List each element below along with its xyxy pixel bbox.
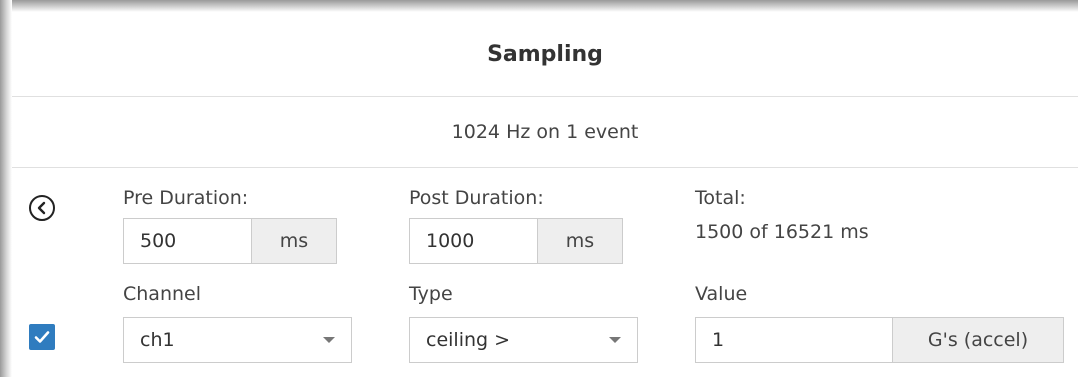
- chevron-left-icon: [37, 201, 46, 215]
- caret-down-icon: [609, 337, 621, 343]
- value-group: G's (accel): [695, 317, 1064, 363]
- checkmark-icon: [34, 331, 50, 343]
- sampling-summary-text: 1024 Hz on 1 event: [451, 121, 639, 143]
- type-selected-value: ceiling >: [426, 329, 511, 351]
- value-input[interactable]: [695, 317, 893, 363]
- sampling-panel: Sampling 1024 Hz on 1 event Pre Duration…: [12, 12, 1078, 377]
- pre-duration-unit: ms: [252, 218, 337, 264]
- trigger-enabled-checkbox[interactable]: [29, 324, 55, 350]
- panel-title: Sampling: [487, 41, 603, 67]
- post-duration-unit: ms: [538, 218, 623, 264]
- value-unit: G's (accel): [893, 317, 1064, 363]
- pre-duration-input[interactable]: [123, 218, 252, 264]
- pre-duration-label: Pre Duration:: [123, 187, 249, 209]
- sampling-summary: 1024 Hz on 1 event: [12, 97, 1078, 168]
- post-duration-input[interactable]: [409, 218, 538, 264]
- channel-selected-value: ch1: [140, 329, 175, 351]
- post-duration-group: ms: [409, 218, 623, 264]
- pre-duration-group: ms: [123, 218, 337, 264]
- post-duration-label: Post Duration:: [409, 187, 544, 209]
- window-shadow-top: [0, 0, 1078, 12]
- window-shadow-left: [0, 0, 12, 377]
- channel-label: Channel: [123, 283, 202, 305]
- value-label: Value: [695, 283, 748, 305]
- back-button[interactable]: [29, 195, 55, 221]
- total-value: 1500 of 16521 ms: [695, 221, 869, 243]
- type-label: Type: [409, 283, 453, 305]
- panel-header: Sampling: [12, 12, 1078, 97]
- caret-down-icon: [323, 337, 335, 343]
- channel-select[interactable]: ch1: [123, 317, 352, 363]
- total-label: Total:: [695, 187, 746, 209]
- type-select[interactable]: ceiling >: [409, 317, 638, 363]
